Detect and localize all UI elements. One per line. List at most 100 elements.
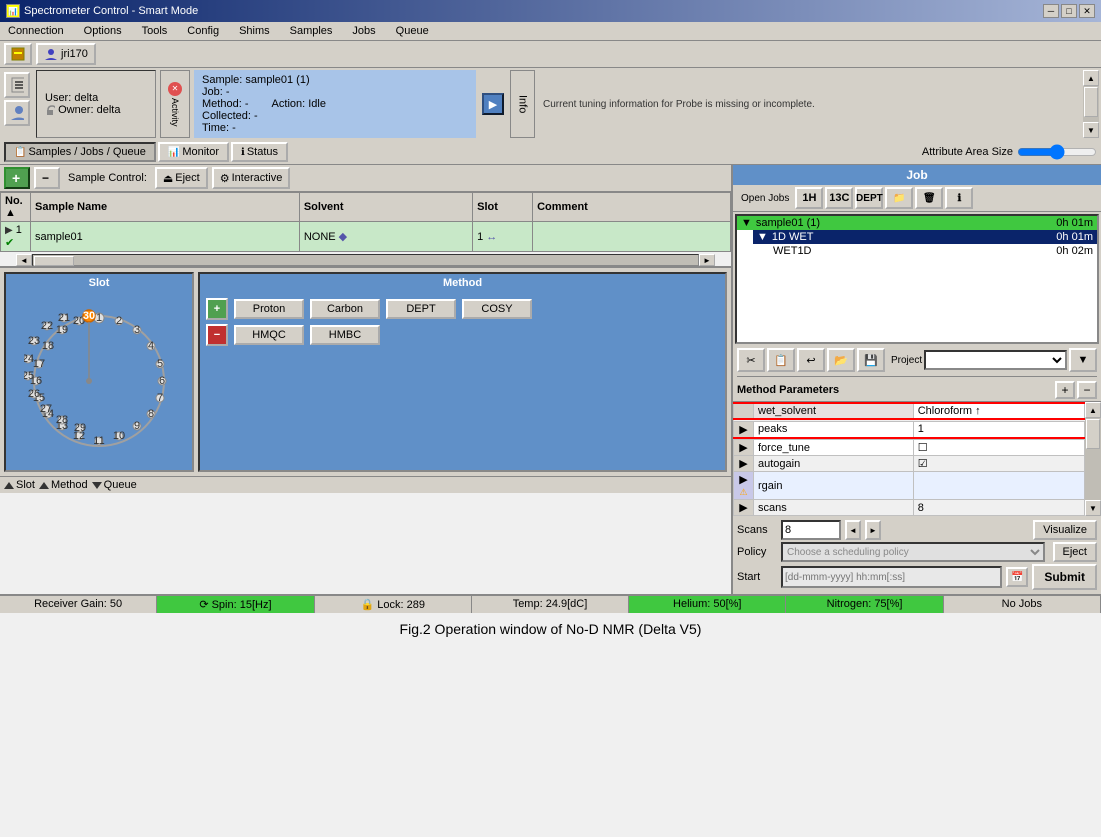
job-tree-1dwet[interactable]: ▼ 1D WET 0h 01m: [753, 230, 1097, 244]
add-sample-btn[interactable]: +: [4, 167, 30, 189]
interactive-icon: ⚙: [220, 172, 230, 185]
scans-next-btn[interactable]: ►: [865, 520, 881, 540]
params-scroll-thumb[interactable]: [1086, 419, 1100, 449]
params-scroll-down[interactable]: ▼: [1085, 500, 1101, 516]
params-add-btn[interactable]: +: [1055, 381, 1075, 399]
visualize-btn[interactable]: Visualize: [1033, 520, 1097, 540]
param-row-wet_solvent[interactable]: wet_solvent Chloroform ↑: [734, 403, 1085, 419]
calendar-btn[interactable]: 📅: [1006, 567, 1028, 587]
menu-samples[interactable]: Samples: [286, 24, 337, 38]
sample-table: No. ▲ Sample Name Solvent Slot: [0, 192, 731, 252]
svg-text:19: 19: [56, 324, 68, 336]
interactive-btn[interactable]: ⚙ Interactive: [212, 167, 291, 189]
table-row[interactable]: ▶ 1 ✔ sample01 NONE ◆ 1 ↔: [1, 222, 731, 252]
save-btn[interactable]: 💾: [857, 348, 885, 372]
menu-connection[interactable]: Connection: [4, 24, 68, 38]
scroll-left-btn[interactable]: ◄: [16, 254, 32, 266]
start-input[interactable]: [781, 566, 1002, 588]
minimize-btn[interactable]: ─: [1043, 4, 1059, 18]
arrow-right-btn[interactable]: ▶: [482, 93, 504, 115]
close-btn[interactable]: ✕: [1079, 4, 1095, 18]
job-toolbar: Open Jobs 1H 13C DEPT 📁 🗑 ℹ: [733, 185, 1101, 212]
hmbc-btn[interactable]: HMBC: [310, 325, 380, 345]
policy-select[interactable]: Choose a scheduling policy: [781, 542, 1045, 562]
menu-queue[interactable]: Queue: [392, 24, 433, 38]
carbon-btn[interactable]: Carbon: [310, 299, 380, 319]
status-message: Current tuning information for Probe is …: [543, 99, 815, 110]
info-job-btn[interactable]: ℹ: [945, 187, 973, 209]
job-tree-wet1d[interactable]: WET1D 0h 02m: [769, 244, 1097, 258]
scroll-down-btn[interactable]: ▼: [1083, 122, 1099, 138]
bottom-job-controls: Scans ◄ ► Visualize Policy Choose a sche…: [733, 516, 1101, 594]
dept-job-btn[interactable]: DEPT: [855, 187, 883, 209]
app-icon: 📊: [6, 4, 20, 18]
attr-size-slider[interactable]: [1017, 144, 1097, 160]
proton-btn[interactable]: Proton: [234, 299, 304, 319]
project-select[interactable]: [924, 350, 1067, 370]
scans-input[interactable]: [781, 520, 841, 540]
job-tree[interactable]: ▼ sample01 (1) 0h 01m ▼ 1D WET 0h 01m WE…: [735, 214, 1099, 344]
param-row-force_tune[interactable]: ▶ force_tune ☐: [734, 440, 1085, 456]
c13-btn[interactable]: 13C: [825, 187, 853, 209]
params-remove-btn[interactable]: −: [1077, 381, 1097, 399]
config-icon-btn[interactable]: [4, 72, 30, 98]
job-tree-sample[interactable]: ▼ sample01 (1) 0h 01m: [737, 216, 1097, 230]
h1-btn[interactable]: 1H: [795, 187, 823, 209]
params-scroll[interactable]: wet_solvent Chloroform ↑: [733, 402, 1085, 516]
eject-job-btn[interactable]: Eject: [1053, 542, 1097, 562]
param-row-autogain[interactable]: ▶ autogain ☑: [734, 456, 1085, 472]
scroll-thumb[interactable]: [1084, 87, 1098, 117]
undo-btn[interactable]: ↩: [797, 348, 825, 372]
scroll-right-btn[interactable]: ►: [699, 254, 715, 266]
scroll-up-btn[interactable]: ▲: [1083, 70, 1099, 86]
folder-open-btn[interactable]: 📂: [827, 348, 855, 372]
method-del-btn[interactable]: −: [206, 324, 228, 346]
sample-panel: Sample: sample01 (1) Job: - Method: - Ac…: [194, 70, 476, 138]
project-dropdown-btn[interactable]: ▼: [1069, 348, 1097, 372]
param-row-peaks[interactable]: ▶ peaks 1: [734, 421, 1085, 438]
job-expand-icon: ▼: [741, 217, 752, 229]
info-label: Info: [517, 95, 529, 113]
cosy-btn[interactable]: COSY: [462, 299, 532, 319]
method-row-2: − HMQC HMBC: [206, 324, 719, 346]
param-row-rgain[interactable]: ▶ ⚠ rgain: [734, 472, 1085, 500]
status-tab-icon: ℹ: [241, 147, 245, 158]
scissors-btn[interactable]: ✂: [737, 348, 765, 372]
svg-text:24: 24: [24, 353, 34, 365]
scans-prev-btn[interactable]: ◄: [845, 520, 861, 540]
tab-samples-jobs[interactable]: 📋 Samples / Jobs / Queue: [4, 142, 156, 162]
bottom-tab-method[interactable]: Method: [39, 479, 88, 491]
method-add-btn[interactable]: +: [206, 298, 228, 320]
menu-options[interactable]: Options: [80, 24, 126, 38]
menu-config[interactable]: Config: [183, 24, 223, 38]
maximize-btn[interactable]: □: [1061, 4, 1077, 18]
submit-btn[interactable]: Submit: [1032, 564, 1097, 590]
remove-sample-btn[interactable]: −: [34, 167, 60, 189]
user2-icon: [10, 104, 24, 122]
instrument-btn[interactable]: [4, 43, 32, 65]
folder-btn[interactable]: 📁: [885, 187, 913, 209]
user-icon-btn[interactable]: [4, 100, 30, 126]
menu-shims[interactable]: Shims: [235, 24, 274, 38]
hmqc-btn[interactable]: HMQC: [234, 325, 304, 345]
params-scroll-track: [1085, 418, 1101, 500]
hscroll-track[interactable]: [32, 254, 699, 266]
param-row-scans[interactable]: ▶ scans 8: [734, 500, 1085, 516]
delete-job-btn[interactable]: 🗑: [915, 187, 943, 209]
eject-btn[interactable]: ⏏ Eject: [155, 167, 208, 189]
hscroll-thumb[interactable]: [34, 256, 74, 266]
row-arrow: ▶: [5, 225, 13, 236]
params-scroll-up[interactable]: ▲: [1085, 402, 1101, 418]
svg-text:17: 17: [33, 358, 45, 370]
right-vscroll[interactable]: ▲ ▼: [1083, 70, 1099, 138]
copy-btn[interactable]: 📋: [767, 348, 795, 372]
tab-monitor[interactable]: 📊 Monitor: [158, 142, 229, 162]
params-vscroll[interactable]: ▲ ▼: [1085, 402, 1101, 516]
tab-status[interactable]: ℹ Status: [231, 142, 288, 162]
dept-btn[interactable]: DEPT: [386, 299, 456, 319]
bottom-tab-queue[interactable]: Queue: [92, 479, 137, 491]
user-tab[interactable]: jri170: [36, 43, 96, 65]
menu-jobs[interactable]: Jobs: [348, 24, 379, 38]
bottom-tab-slot[interactable]: Slot: [4, 479, 35, 491]
menu-tools[interactable]: Tools: [138, 24, 172, 38]
